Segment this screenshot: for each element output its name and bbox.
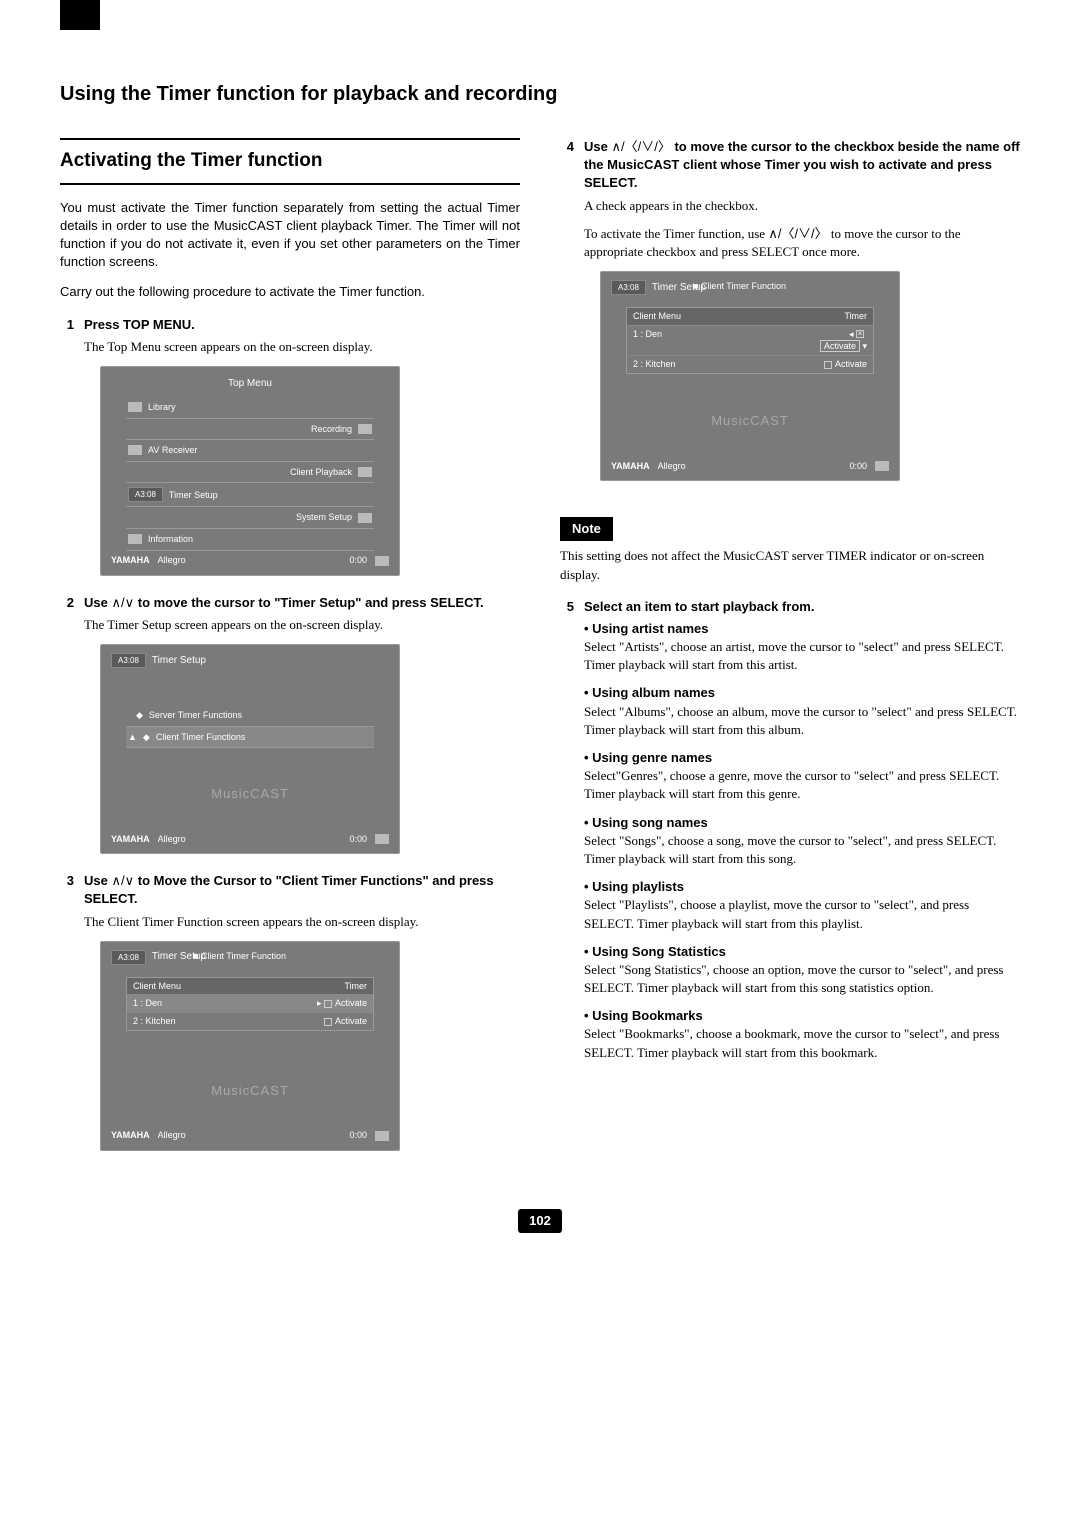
recording-icon — [358, 424, 372, 434]
intro-para-1: You must activate the Timer function sep… — [60, 199, 520, 272]
option-bookmarks-body: Select "Bookmarks", choose a bookmark, m… — [584, 1025, 1020, 1061]
left-column: Activating the Timer function You must a… — [60, 138, 520, 1169]
step-4: 4 Use ∧/〈/∨/〉 to move the cursor to the … — [560, 138, 1020, 193]
note-label: Note — [560, 517, 613, 541]
step-number: 2 — [60, 594, 74, 612]
step-heading: Select an item to start playback from. — [584, 598, 814, 616]
step-1-body: The Top Menu screen appears on the on-sc… — [84, 338, 520, 356]
brand-watermark: MusicCAST — [101, 785, 399, 803]
brand-watermark: MusicCAST — [601, 412, 899, 430]
up-down-icon: ∧/∨ — [111, 873, 134, 888]
step-number: 5 — [560, 598, 574, 616]
step-2: 2 Use ∧/∨ to move the cursor to "Timer S… — [60, 594, 520, 612]
step-number: 4 — [560, 138, 574, 193]
receiver-icon — [128, 445, 142, 455]
step-heading: Press TOP MENU. — [84, 316, 195, 334]
side-tab — [60, 0, 100, 30]
page-title: Using the Timer function for playback an… — [60, 80, 1020, 108]
play-icon — [375, 834, 389, 844]
option-song: • Using song names — [584, 814, 1020, 832]
up-down-icon: ∧/∨ — [111, 595, 134, 610]
info-icon — [128, 534, 142, 544]
screenshot-timer-setup: A3:08Timer Setup ◆Server Timer Functions… — [100, 644, 400, 854]
step-number: 3 — [60, 872, 74, 908]
option-artist: • Using artist names — [584, 620, 1020, 638]
screenshot-top-menu: Top Menu Library Recording AV Receiver C… — [100, 366, 400, 576]
step-heading: Use ∧/∨ to move the cursor to "Timer Set… — [84, 594, 484, 612]
step-4-body: A check appears in the checkbox. — [584, 197, 1020, 215]
step-2-body: The Timer Setup screen appears on the on… — [84, 616, 520, 634]
brand-watermark: MusicCAST — [101, 1082, 399, 1100]
step-3-body: The Client Timer Function screen appears… — [84, 913, 520, 931]
option-statistics: • Using Song Statistics — [584, 943, 1020, 961]
option-album: • Using album names — [584, 684, 1020, 702]
step-number: 1 — [60, 316, 74, 334]
dpad-icon: ∧/〈/∨/〉 — [611, 139, 670, 154]
option-playlist-body: Select "Playlists", choose a playlist, m… — [584, 896, 1020, 932]
step-3: 3 Use ∧/∨ to Move the Cursor to "Client … — [60, 872, 520, 908]
play-icon — [875, 461, 889, 471]
option-playlist: • Using playlists — [584, 878, 1020, 896]
page-number: 102 — [518, 1209, 562, 1233]
option-song-body: Select "Songs", choose a song, move the … — [584, 832, 1020, 868]
setup-icon — [358, 513, 372, 523]
option-statistics-body: Select "Song Statistics", choose an opti… — [584, 961, 1020, 997]
option-genre: • Using genre names — [584, 749, 1020, 767]
option-genre-body: Select"Genres", choose a genre, move the… — [584, 767, 1020, 803]
step-heading: Use ∧/〈/∨/〉 to move the cursor to the ch… — [584, 138, 1020, 193]
step-5: 5 Select an item to start playback from. — [560, 598, 1020, 616]
screenshot-client-timer-2: A3:08Timer Setup ■ Client Timer Function… — [600, 271, 900, 481]
note-text: This setting does not affect the MusicCA… — [560, 547, 1020, 583]
step-heading: Use ∧/∨ to Move the Cursor to "Client Ti… — [84, 872, 520, 908]
option-album-body: Select "Albums", choose an album, move t… — [584, 703, 1020, 739]
section-heading: Activating the Timer function — [60, 138, 520, 185]
playback-icon — [358, 467, 372, 477]
scr-title: Top Menu — [101, 377, 399, 391]
step-1: 1 Press TOP MENU. — [60, 316, 520, 334]
step-4-body-2: To activate the Timer function, use ∧/〈/… — [584, 225, 1020, 261]
play-icon — [375, 1131, 389, 1141]
option-bookmarks: • Using Bookmarks — [584, 1007, 1020, 1025]
dpad-icon: ∧/〈/∨/〉 — [768, 226, 827, 241]
option-artist-body: Select "Artists", choose an artist, move… — [584, 638, 1020, 674]
play-icon — [375, 556, 389, 566]
library-icon — [128, 402, 142, 412]
right-column: 4 Use ∧/〈/∨/〉 to move the cursor to the … — [560, 138, 1020, 1169]
screenshot-client-timer-1: A3:08Timer Setup ■ Client Timer Function… — [100, 941, 400, 1151]
intro-para-2: Carry out the following procedure to act… — [60, 283, 520, 301]
